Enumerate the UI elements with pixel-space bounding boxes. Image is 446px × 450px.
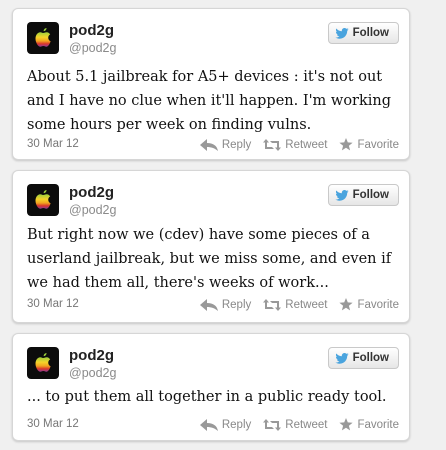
retweet-icon (263, 298, 282, 311)
tweet-date[interactable]: 30 Mar 12 (27, 418, 79, 430)
follow-button[interactable]: Follow (327, 347, 399, 369)
apple-logo-icon (35, 28, 51, 47)
tweet-actions: Reply Retweet Favorite (199, 418, 399, 431)
avatar[interactable] (27, 22, 59, 54)
user-name[interactable]: pod2g (69, 184, 114, 201)
retweet-label: Retweet (285, 138, 328, 151)
reply-icon (199, 418, 218, 431)
retweet-label: Retweet (285, 418, 328, 431)
reply-icon (199, 138, 218, 151)
star-icon (339, 418, 354, 431)
user-handle[interactable]: @pod2g (69, 366, 116, 380)
retweet-label: Retweet (285, 298, 328, 311)
user-name[interactable]: pod2g (69, 347, 114, 364)
retweet-icon (263, 138, 282, 151)
tweet-date[interactable]: 30 Mar 12 (27, 298, 79, 310)
reply-label: Reply (221, 298, 252, 311)
favorite-label: Favorite (357, 418, 399, 431)
tweet-card: pod2g @pod2g Follow But right now we (cd… (12, 170, 410, 323)
reply-button[interactable]: Reply (199, 138, 252, 151)
twitter-bird-icon (334, 352, 349, 364)
star-icon (339, 298, 354, 311)
avatar[interactable] (27, 347, 59, 379)
reply-button[interactable]: Reply (199, 298, 252, 311)
favorite-button[interactable]: Favorite (339, 298, 399, 311)
follow-label: Follow (352, 352, 389, 364)
avatar[interactable] (27, 184, 59, 216)
twitter-bird-icon (334, 27, 349, 39)
reply-button[interactable]: Reply (199, 418, 252, 431)
twitter-bird-icon (334, 189, 349, 201)
tweet-actions: Reply Retweet Favorite (199, 138, 399, 151)
apple-logo-icon (35, 353, 51, 372)
user-name[interactable]: pod2g (69, 22, 114, 39)
favorite-label: Favorite (357, 138, 399, 151)
favorite-label: Favorite (357, 298, 399, 311)
reply-label: Reply (221, 138, 252, 151)
tweet-text: ... to put them all together in a public… (27, 389, 387, 405)
favorite-button[interactable]: Favorite (339, 138, 399, 151)
follow-label: Follow (352, 27, 389, 39)
retweet-button[interactable]: Retweet (263, 138, 327, 151)
apple-logo-icon (35, 190, 51, 209)
tweet-card: pod2g @pod2g Follow About 5.1 jailbreak … (12, 8, 410, 160)
user-handle[interactable]: @pod2g (69, 41, 116, 55)
follow-label: Follow (352, 189, 389, 201)
tweet-card: pod2g @pod2g Follow ... to put them all … (12, 333, 410, 441)
reply-icon (199, 298, 218, 311)
tweet-text: But right now we (cdev) have some pieces… (27, 227, 392, 291)
retweet-icon (263, 418, 282, 431)
tweet-text: About 5.1 jailbreak for A5+ devices : it… (27, 69, 392, 133)
retweet-button[interactable]: Retweet (263, 418, 327, 431)
follow-button[interactable]: Follow (327, 22, 399, 44)
tweet-actions: Reply Retweet Favorite (199, 298, 399, 311)
reply-label: Reply (221, 418, 252, 431)
user-handle[interactable]: @pod2g (69, 203, 116, 217)
tweet-date[interactable]: 30 Mar 12 (27, 138, 79, 150)
star-icon (339, 138, 354, 151)
retweet-button[interactable]: Retweet (263, 298, 327, 311)
follow-button[interactable]: Follow (327, 184, 399, 206)
favorite-button[interactable]: Favorite (339, 418, 399, 431)
